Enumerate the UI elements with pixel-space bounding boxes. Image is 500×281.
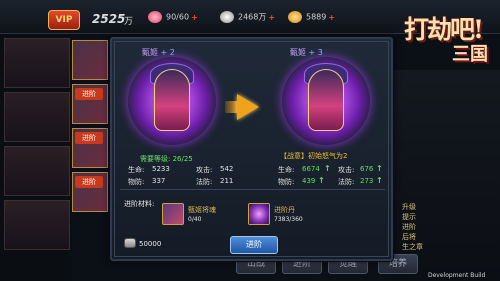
current-hp: 5233 <box>152 165 170 173</box>
gold-amount: 2525 <box>92 12 126 26</box>
dev-build-label: Development Build <box>428 272 486 279</box>
material-name: 进阶丹 <box>274 206 295 214</box>
advance-tag: 进阶 <box>75 132 103 144</box>
hero-list-panel <box>0 34 72 281</box>
next-hp: 6674 <box>302 165 320 173</box>
next-mdef: 273 <box>360 177 374 185</box>
ingot-resource: 5889 + <box>288 11 335 23</box>
peach-stamina: 90/60 + <box>148 11 198 23</box>
list-item[interactable] <box>4 38 70 88</box>
advance-tag: 进阶 <box>75 176 103 188</box>
current-hero-portrait <box>128 57 216 145</box>
hero-detail-panel: 升级 提示 进阶 后将 生之章 <box>392 70 500 281</box>
list-item[interactable] <box>4 200 70 250</box>
material-count: 7383/360 <box>274 216 303 223</box>
current-pdef: 337 <box>152 177 166 185</box>
peach-icon <box>148 11 162 23</box>
silver-add-button[interactable]: + <box>268 13 275 22</box>
materials-title: 进阶材料: <box>124 200 155 208</box>
next-hero-portrait <box>282 57 370 145</box>
silver-icon <box>220 11 234 23</box>
advance-tag: 进阶 <box>75 88 103 100</box>
list-item[interactable] <box>4 92 70 142</box>
level-requirement: 需要等级: 26/25 <box>140 155 193 163</box>
ingot-add-button[interactable]: + <box>328 13 335 22</box>
peach-add-button[interactable]: + <box>191 13 198 22</box>
skill-text: 【战意】初始怒气为2 <box>280 152 348 160</box>
increase-arrow-icon: ↑ <box>376 176 383 185</box>
increase-arrow-icon: ↑ <box>376 164 383 173</box>
next-attack: 676 <box>360 165 374 173</box>
silver-coin-icon <box>124 238 136 248</box>
silver-resource: 2468万 + <box>220 11 275 23</box>
increase-arrow-icon: ↑ <box>318 176 325 185</box>
gold-unit: 万 <box>124 17 134 27</box>
current-attack: 542 <box>220 165 234 173</box>
hero-portrait[interactable] <box>72 40 108 80</box>
advance-cost: 50000 <box>139 240 162 248</box>
advance-dialog: 甄姬 + 2 甄姬 + 3 需要等级: 26/25 【战意】初始怒气为2 生命:… <box>110 37 393 261</box>
next-hero-name: 甄姬 + 3 <box>290 48 323 57</box>
next-pdef: 439 <box>302 177 316 185</box>
hero-soul-icon[interactable] <box>162 203 184 225</box>
current-mdef: 211 <box>220 177 234 185</box>
divider <box>120 189 385 190</box>
list-item[interactable] <box>4 146 70 196</box>
vip-badge[interactable]: VIP <box>48 10 80 30</box>
advance-button[interactable]: 进阶 <box>230 236 278 254</box>
game-logo: 打劫吧! 三国 <box>404 15 488 65</box>
material-name: 甄姬将魂 <box>188 206 216 214</box>
material-count: 0/40 <box>188 216 202 223</box>
upgrade-arrow-icon <box>237 94 259 120</box>
advance-pill-icon[interactable] <box>248 203 270 225</box>
ingot-icon <box>288 11 302 23</box>
increase-arrow-icon: ↑ <box>324 164 331 173</box>
